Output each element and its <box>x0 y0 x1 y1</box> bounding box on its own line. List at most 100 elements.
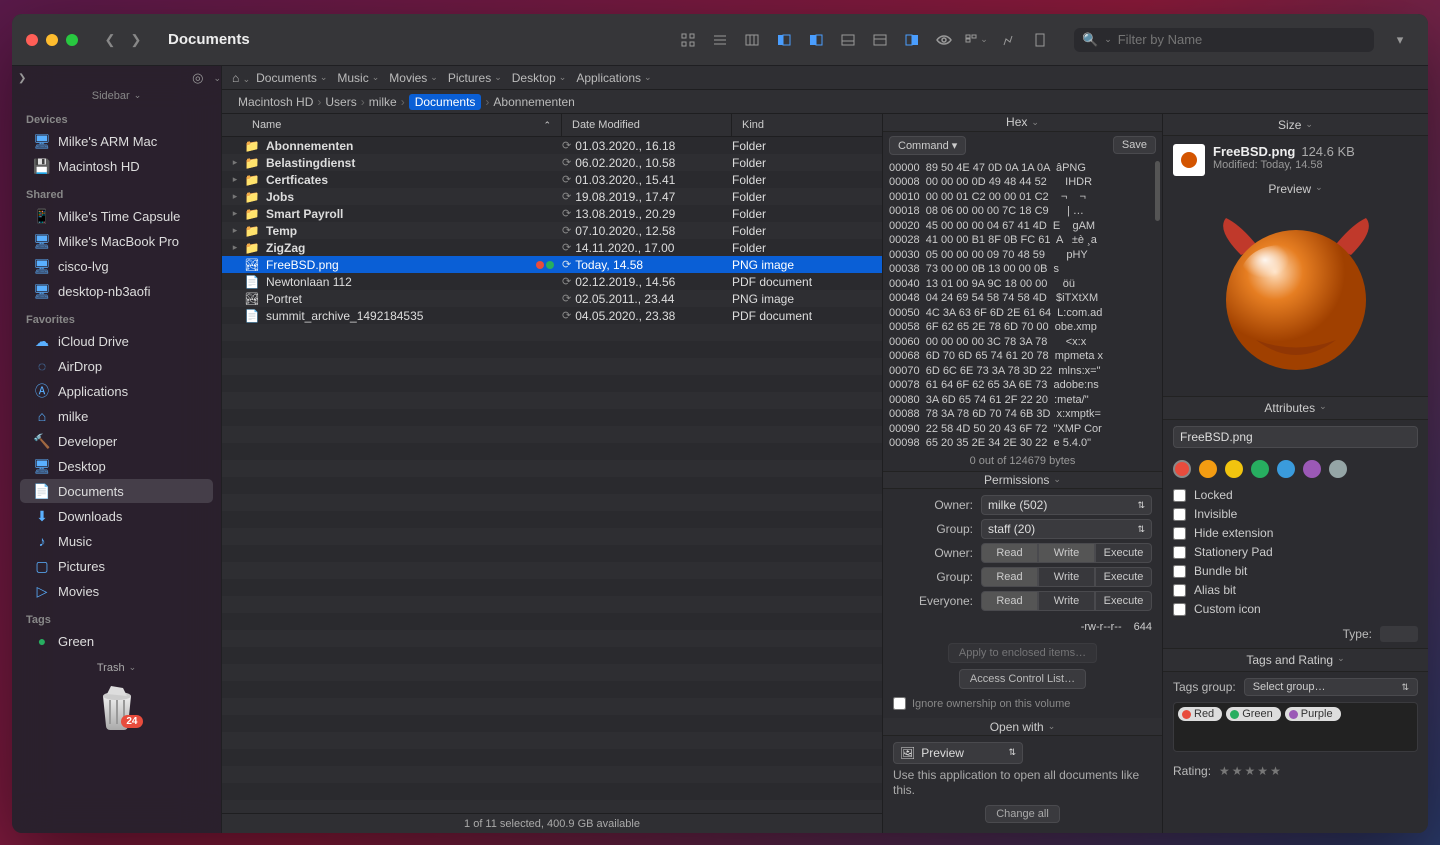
color-tag[interactable] <box>1277 460 1295 478</box>
check-stationery-pad[interactable]: Stationery Pad <box>1173 545 1418 559</box>
expand-icon[interactable]: ▸ <box>226 174 244 185</box>
group-select[interactable]: staff (20)⇅ <box>981 519 1152 539</box>
write-button[interactable]: Write <box>1038 591 1095 611</box>
search-input[interactable] <box>1118 32 1366 47</box>
file-row[interactable]: 📁Abonnementen⟳01.03.2020., 16.18Folder <box>222 137 882 154</box>
file-row[interactable]: 📄summit_archive_1492184535⟳04.05.2020., … <box>222 307 882 324</box>
expand-icon[interactable]: ▸ <box>226 242 244 253</box>
read-button[interactable]: Read <box>981 543 1038 563</box>
file-row[interactable]: ▸📁Belastingdienst⟳06.02.2020., 10.58Fold… <box>222 154 882 171</box>
scrollbar[interactable] <box>1155 161 1160 221</box>
color-tag[interactable] <box>1225 460 1243 478</box>
panel-top-icon[interactable] <box>866 28 894 52</box>
zoom-button[interactable] <box>66 34 78 46</box>
checkbox[interactable] <box>1173 565 1186 578</box>
crumb-milke[interactable]: milke <box>369 95 397 109</box>
file-row[interactable]: 🏞Portret⟳02.05.2011., 23.44PNG image <box>222 290 882 307</box>
sidebar-item-desktop[interactable]: 🖥Desktop <box>20 454 213 478</box>
view-column-icon[interactable] <box>738 28 766 52</box>
ignore-ownership-checkbox[interactable] <box>893 697 906 710</box>
arrange-icon[interactable] <box>962 28 990 52</box>
quicklook-icon[interactable] <box>930 28 958 52</box>
apply-enclosed-button[interactable]: Apply to enclosed items… <box>948 643 1097 663</box>
file-row[interactable]: 📄Newtonlaan 112⟳02.12.2019., 14.56PDF do… <box>222 273 882 290</box>
sidebar-item-green[interactable]: ●Green <box>20 629 213 653</box>
execute-button[interactable]: Execute <box>1095 567 1152 587</box>
check-bundle-bit[interactable]: Bundle bit <box>1173 564 1418 578</box>
panel-split-icon[interactable] <box>802 28 830 52</box>
execute-button[interactable]: Execute <box>1095 543 1152 563</box>
sidebar-item-music[interactable]: ♪Music <box>20 529 213 553</box>
sidebar-item-cisco-lvg[interactable]: 🖥cisco-lvg <box>20 254 213 278</box>
crumb-macintosh-hd[interactable]: Macintosh HD <box>238 95 313 109</box>
openwith-header[interactable]: Open with <box>883 718 1162 736</box>
sidebar-header[interactable]: Sidebar <box>12 86 221 104</box>
sidebar-item-icloud-drive[interactable]: ☁iCloud Drive <box>20 329 213 353</box>
read-button[interactable]: Read <box>981 567 1038 587</box>
filename-field[interactable]: FreeBSD.png <box>1173 426 1418 448</box>
expand-icon[interactable]: ▸ <box>226 191 244 202</box>
color-tag[interactable] <box>1251 460 1269 478</box>
home-icon[interactable]: ⌂ <box>232 71 250 85</box>
check-custom-icon[interactable]: Custom icon <box>1173 602 1418 616</box>
rating-stars[interactable]: ★★★★★ <box>1219 764 1283 778</box>
color-tag[interactable] <box>1303 460 1321 478</box>
file-row[interactable]: ▸📁Temp⟳07.10.2020., 12.58Folder <box>222 222 882 239</box>
file-row[interactable]: ▸📁ZigZag⟳14.11.2020., 17.00Folder <box>222 239 882 256</box>
acl-button[interactable]: Access Control List… <box>959 669 1086 689</box>
expand-icon[interactable]: ▸ <box>226 225 244 236</box>
close-button[interactable] <box>26 34 38 46</box>
save-button[interactable]: Save <box>1113 136 1156 154</box>
write-button[interactable]: Write <box>1038 567 1095 587</box>
panel-left-icon[interactable] <box>770 28 798 52</box>
attributes-header[interactable]: Attributes <box>1163 396 1428 420</box>
file-row[interactable]: ▸📁Certficates⟳01.03.2020., 15.41Folder <box>222 171 882 188</box>
tag-chip-red[interactable]: Red <box>1178 707 1222 721</box>
execute-button[interactable]: Execute <box>1095 591 1152 611</box>
openwith-select[interactable]: 🖼Preview⇅ <box>893 742 1023 764</box>
checkbox[interactable] <box>1173 584 1186 597</box>
permissions-header[interactable]: Permissions <box>883 472 1162 490</box>
col-name[interactable]: Name⌃ <box>222 114 562 136</box>
checkbox[interactable] <box>1173 508 1186 521</box>
size-header[interactable]: Size <box>1163 114 1428 136</box>
crumb-users[interactable]: Users <box>325 95 356 109</box>
sidebar-item-downloads[interactable]: ⬇Downloads <box>20 504 213 528</box>
checkbox[interactable] <box>1173 603 1186 616</box>
color-tag[interactable] <box>1173 460 1191 478</box>
color-tag[interactable] <box>1329 460 1347 478</box>
sidebar-item-airdrop[interactable]: ◌AirDrop <box>20 354 213 378</box>
panel-right-icon[interactable] <box>898 28 926 52</box>
hex-header[interactable]: Hex <box>883 114 1162 132</box>
check-locked[interactable]: Locked <box>1173 488 1418 502</box>
tag-chip-green[interactable]: Green <box>1226 707 1281 721</box>
hex-view[interactable]: 00000 89 50 4E 47 0D 0A 1A 0A âPNG00008 … <box>883 159 1162 453</box>
sidebar-item-milke-s-time-capsule[interactable]: 📱Milke's Time Capsule <box>20 204 213 228</box>
check-alias-bit[interactable]: Alias bit <box>1173 583 1418 597</box>
expand-icon[interactable]: ▸ <box>226 157 244 168</box>
forward-button[interactable]: ❯ <box>124 29 148 51</box>
read-button[interactable]: Read <box>981 591 1038 611</box>
view-list-icon[interactable] <box>706 28 734 52</box>
sidebar-item-milke-s-macbook-pro[interactable]: 🖥Milke's MacBook Pro <box>20 229 213 253</box>
search-field[interactable]: 🔍 <box>1074 28 1374 52</box>
color-tag[interactable] <box>1199 460 1217 478</box>
crumb-documents[interactable]: Documents <box>409 94 482 110</box>
chevron-icon[interactable]: ❯ <box>18 73 26 84</box>
sidebar-item-milke-s-arm-mac[interactable]: 🖥Milke's ARM Mac <box>20 129 213 153</box>
tag-chip-purple[interactable]: Purple <box>1285 707 1341 721</box>
sidebar-item-pictures[interactable]: ▢Pictures <box>20 554 213 578</box>
action-icon[interactable] <box>994 28 1022 52</box>
checkbox[interactable] <box>1173 489 1186 502</box>
sidebar-item-developer[interactable]: 🔨Developer <box>20 429 213 453</box>
file-row[interactable]: 🏞FreeBSD.png⟳Today, 14.58PNG image <box>222 256 882 273</box>
favbar-desktop[interactable]: Desktop <box>512 71 567 85</box>
panel-bottom-icon[interactable] <box>834 28 862 52</box>
tags-group-select[interactable]: Select group…⇅ <box>1244 678 1418 696</box>
sidebar-item-desktop-nb3aofi[interactable]: 🖥desktop-nb3aofi <box>20 279 213 303</box>
target-icon[interactable]: ◎ <box>192 70 203 86</box>
trash-icon[interactable]: 24 <box>89 678 145 734</box>
checkbox[interactable] <box>1173 546 1186 559</box>
col-date[interactable]: Date Modified <box>562 114 732 136</box>
check-invisible[interactable]: Invisible <box>1173 507 1418 521</box>
